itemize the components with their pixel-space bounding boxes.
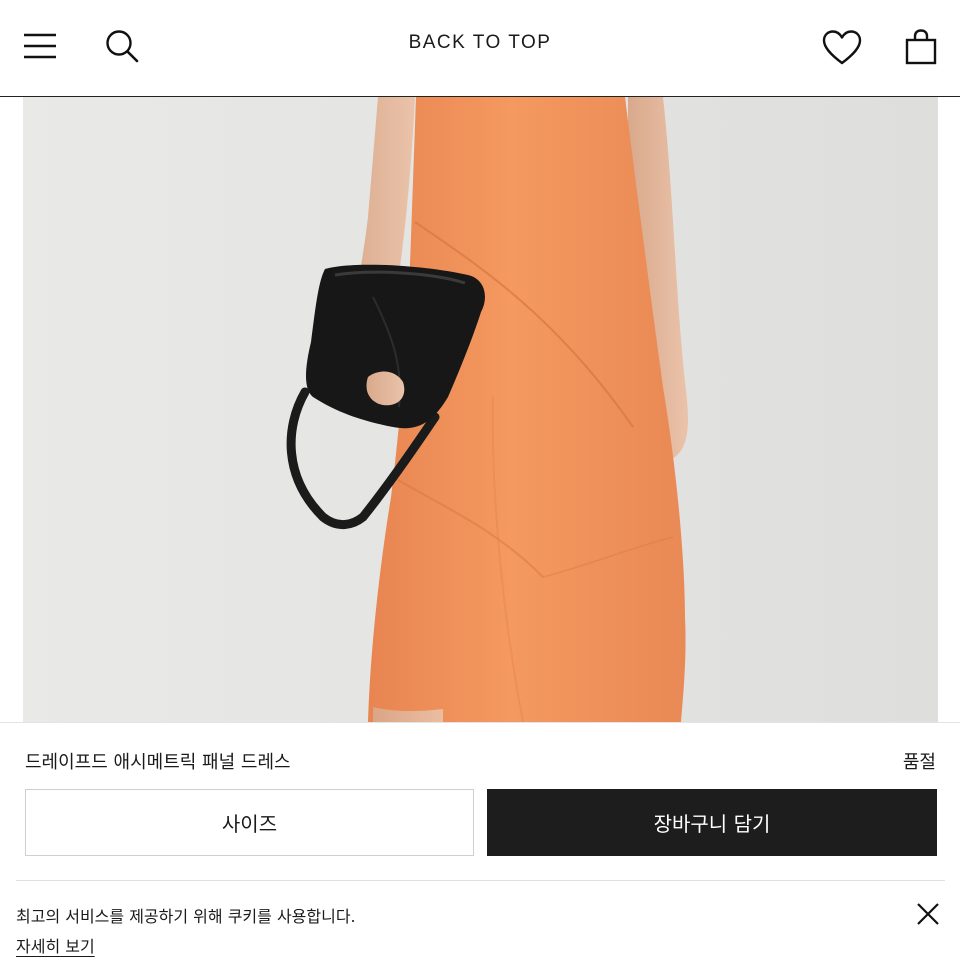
product-image	[23, 97, 938, 722]
site-header: BACK TO TOP	[0, 0, 960, 97]
size-button[interactable]: 사이즈	[25, 789, 474, 856]
add-to-cart-label: 장바구니 담기	[653, 812, 771, 836]
stock-status-label: 품절	[902, 752, 936, 773]
cookie-banner: 최고의 서비스를 제공하기 위해 쿠키를 사용합니다. 자세히 보기	[16, 880, 945, 960]
product-name: 드레이프드 애시메트릭 패널 드레스	[25, 752, 291, 773]
add-to-cart-button[interactable]: 장바구니 담기	[487, 789, 937, 856]
cookie-close-button[interactable]	[913, 899, 943, 929]
menu-button[interactable]	[20, 26, 60, 66]
shopping-bag-button[interactable]	[900, 26, 942, 68]
cookie-message: 최고의 서비스를 제공하기 위해 쿠키를 사용합니다.	[16, 907, 356, 926]
shopping-bag-icon	[905, 29, 937, 65]
menu-icon	[24, 33, 56, 59]
wishlist-button[interactable]	[820, 26, 864, 70]
search-button[interactable]	[102, 26, 142, 66]
back-to-top-link[interactable]: BACK TO TOP	[380, 32, 580, 54]
search-icon	[106, 30, 139, 63]
close-icon	[917, 903, 939, 925]
size-button-label: 사이즈	[221, 812, 278, 836]
heart-icon	[822, 30, 862, 65]
cookie-more-link[interactable]: 자세히 보기	[16, 933, 95, 957]
